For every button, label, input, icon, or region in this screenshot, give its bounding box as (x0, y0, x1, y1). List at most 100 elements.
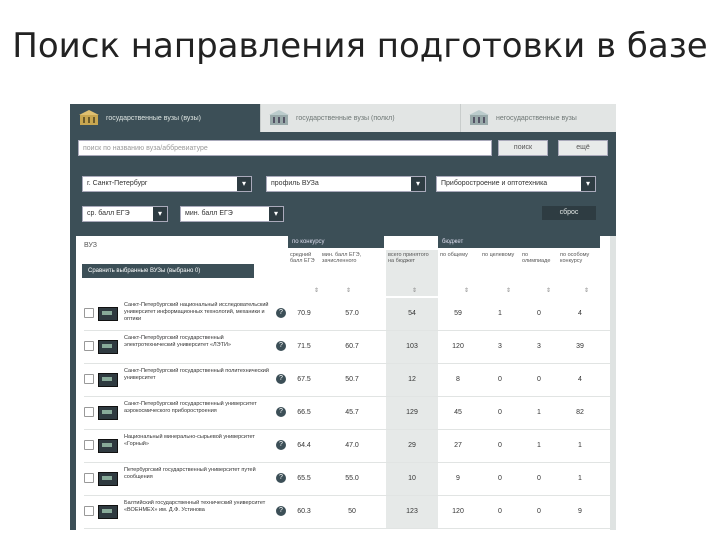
row-checkbox[interactable] (84, 506, 94, 516)
column-header[interactable]: всего принятого на бюджет ⇕ (386, 250, 438, 296)
info-icon[interactable]: ? (276, 440, 286, 450)
university-logo (98, 340, 118, 354)
university-icon (269, 110, 289, 125)
more-button[interactable]: ещё (558, 140, 608, 156)
table-cell: 12 (386, 364, 438, 396)
chevron-down-icon: ▾ (153, 207, 167, 221)
compare-button[interactable]: Сравнить выбранные ВУЗы (выбрано 0) (82, 264, 254, 278)
university-name[interactable]: Санкт-Петербургский государственный унив… (124, 401, 276, 427)
sort-icon: ⇕ (506, 288, 512, 294)
column-header[interactable]: по особому конкурсу ⇕ (558, 250, 602, 296)
table-cell: 10 (386, 463, 438, 495)
university-name[interactable]: Санкт-Петербургский государственный элек… (124, 335, 276, 361)
table-cell: 9 (578, 508, 582, 515)
chevron-down-icon: ▾ (237, 177, 251, 191)
university-name[interactable]: Балтийский государственный технический у… (124, 500, 276, 526)
table-row: Санкт-Петербургский государственный поли… (76, 364, 610, 396)
table-cell: 55.0 (345, 475, 359, 482)
university-logo (98, 472, 118, 486)
table-cell: 45.7 (345, 409, 359, 416)
table-cell: 0 (498, 475, 502, 482)
results-table: ВУЗ Сравнить выбранные ВУЗы (выбрано 0) … (76, 236, 610, 530)
sort-icon: ⇕ (464, 288, 470, 294)
table-cell: 1 (537, 409, 541, 416)
university-logo (98, 505, 118, 519)
sort-icon: ⇕ (412, 288, 418, 294)
university-logo (98, 439, 118, 453)
table-cell: 9 (456, 475, 460, 482)
table-cell: 1 (578, 442, 582, 449)
row-checkbox[interactable] (84, 407, 94, 417)
info-icon[interactable]: ? (276, 341, 286, 351)
university-name[interactable]: Петербургский государственный университе… (124, 467, 276, 493)
info-icon[interactable]: ? (276, 506, 286, 516)
column-header[interactable]: мин. балл ЕГЭ, зачисленного ⇕ (320, 250, 384, 296)
university-name[interactable]: Санкт-Петербургский государственный поли… (124, 368, 276, 394)
chevron-down-icon: ▾ (269, 207, 283, 221)
table-cell: 0 (537, 475, 541, 482)
info-icon[interactable]: ? (276, 407, 286, 417)
table-cell: 4 (578, 310, 582, 317)
table-cell: 0 (498, 376, 502, 383)
table-cell: 8 (456, 376, 460, 383)
tab-state-universities-branches[interactable]: государственные вузы (полкл) (260, 104, 461, 132)
table-cell: 57.0 (345, 310, 359, 317)
table-row: Санкт-Петербургский государственный элек… (76, 331, 610, 363)
table-cell: 59 (454, 310, 462, 317)
avg-ege-select-value: ср. балл ЕГЭ (87, 210, 130, 217)
min-ege-select[interactable]: мин. балл ЕГЭ ▾ (180, 206, 284, 222)
vuz-column-label: ВУЗ (84, 242, 97, 249)
min-ege-select-value: мин. балл ЕГЭ (185, 210, 233, 217)
profile-select-value: профиль ВУЗа (271, 180, 319, 187)
chevron-down-icon: ▾ (581, 177, 595, 191)
table-cell: 0 (498, 508, 502, 515)
group-header-budget: бюджет (438, 236, 600, 248)
search-input[interactable]: поиск по названию вуза/аббревиатуре (78, 140, 492, 156)
table-cell: 120 (452, 508, 464, 515)
university-logo (98, 373, 118, 387)
table-cell: 66.5 (297, 409, 311, 416)
university-logo (98, 307, 118, 321)
chevron-down-icon: ▾ (411, 177, 425, 191)
column-header[interactable]: по олимпиаде ⇕ (520, 250, 558, 296)
sort-icon: ⇕ (314, 288, 320, 294)
table-cell: 123 (386, 496, 438, 528)
table-row: Петербургский государственный университе… (76, 463, 610, 495)
university-icon (79, 110, 99, 125)
university-name[interactable]: Национальный минерально-сырьевой универс… (124, 434, 276, 460)
reset-button[interactable]: сброс (542, 206, 596, 220)
university-name[interactable]: Санкт-Петербургский национальный исследо… (124, 302, 276, 328)
row-checkbox[interactable] (84, 341, 94, 351)
column-header[interactable]: средний балл ЕГЭ ⇕ (288, 250, 320, 296)
info-icon[interactable]: ? (276, 374, 286, 384)
city-select[interactable]: г. Санкт-Петербург ▾ (82, 176, 252, 192)
row-checkbox[interactable] (84, 473, 94, 483)
table-scrollbar[interactable] (610, 236, 616, 530)
avg-ege-select[interactable]: ср. балл ЕГЭ ▾ (82, 206, 168, 222)
info-icon[interactable]: ? (276, 308, 286, 318)
search-button[interactable]: поиск (498, 140, 548, 156)
tab-label: государственные вузы (полкл) (296, 114, 395, 122)
row-checkbox[interactable] (84, 308, 94, 318)
direction-select[interactable]: Приборостроение и оптотехника ▾ (436, 176, 596, 192)
profile-select[interactable]: профиль ВУЗа ▾ (266, 176, 426, 192)
table-cell: 64.4 (297, 442, 311, 449)
sort-icon: ⇕ (584, 288, 590, 294)
column-header[interactable]: по целевому ⇕ (480, 250, 520, 296)
info-icon[interactable]: ? (276, 473, 286, 483)
table-cell: 1 (537, 442, 541, 449)
table-cell: 50 (348, 508, 356, 515)
tab-private-universities[interactable]: негосударственные вузы (460, 104, 616, 132)
tab-state-universities[interactable]: государственные вузы (вузы) (70, 104, 261, 132)
row-checkbox[interactable] (84, 440, 94, 450)
tab-label: государственные вузы (вузы) (106, 114, 201, 122)
sort-icon: ⇕ (346, 288, 352, 294)
row-checkbox[interactable] (84, 374, 94, 384)
table-cell: 1 (498, 310, 502, 317)
table-cell: 39 (576, 343, 584, 350)
group-header-contest: по конкурсу (288, 236, 384, 248)
table-cell: 0 (537, 508, 541, 515)
table-row: Балтийский государственный технический у… (76, 496, 610, 528)
table-cell: 103 (386, 331, 438, 363)
column-header[interactable]: по общему ⇕ (438, 250, 478, 296)
